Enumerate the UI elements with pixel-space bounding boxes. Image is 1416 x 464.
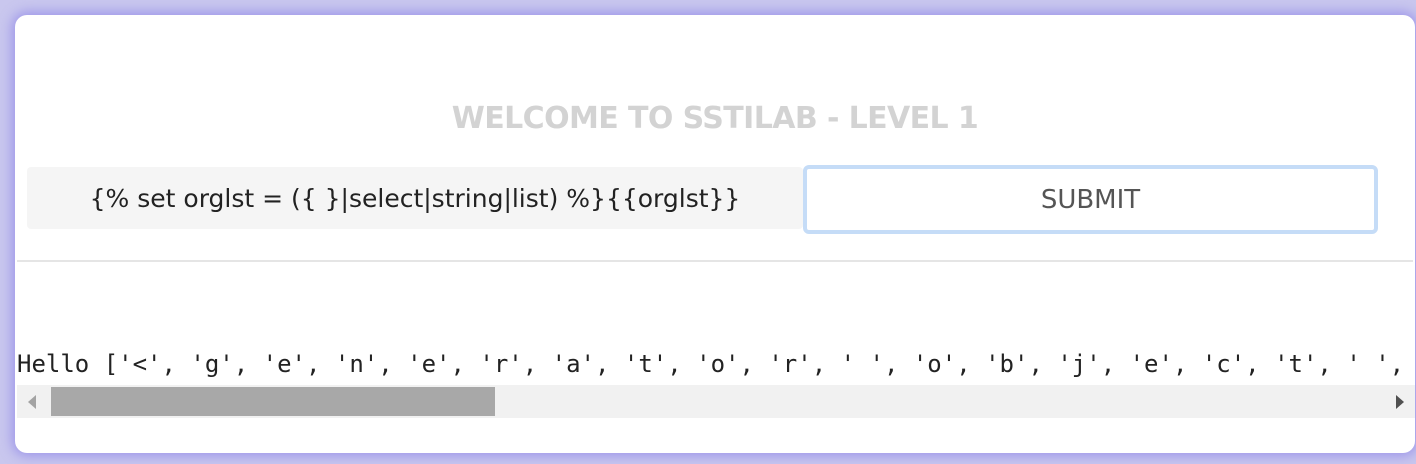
payload-input[interactable]: [27, 167, 803, 229]
arrow-left-icon: [28, 394, 36, 409]
scroll-right-button[interactable]: [1385, 385, 1415, 418]
page-title: WELCOME TO SSTILAB - LEVEL 1: [451, 101, 979, 136]
output-area: Hello ['<', 'g', 'e', 'n', 'e', 'r', 'a'…: [17, 345, 1415, 419]
horizontal-scrollbar[interactable]: [17, 385, 1415, 418]
arrow-right-icon: [1396, 394, 1404, 409]
page-card: WELCOME TO SSTILAB - LEVEL 1 SUBMIT Hell…: [15, 15, 1415, 453]
scroll-thumb[interactable]: [51, 387, 495, 416]
payload-form: SUBMIT: [27, 165, 1379, 234]
divider: [17, 260, 1413, 262]
submit-button[interactable]: SUBMIT: [803, 165, 1378, 234]
scroll-left-button[interactable]: [17, 385, 47, 418]
output-text: Hello ['<', 'g', 'e', 'n', 'e', 'r', 'a'…: [17, 350, 1405, 378]
